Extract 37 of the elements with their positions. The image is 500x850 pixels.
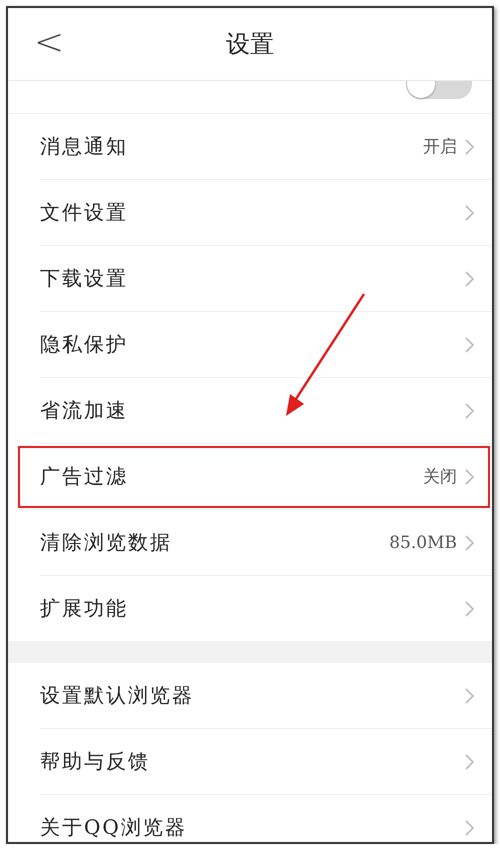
row-label: 广告过滤 (40, 463, 129, 490)
chevron-icon (465, 270, 474, 286)
chevron-icon (465, 688, 474, 704)
row-value: 85.0MB (389, 532, 457, 552)
settings-row[interactable]: 广告过滤 关闭 (16, 444, 492, 510)
row-label: 设置默认浏览器 (40, 682, 195, 709)
chevron-icon (465, 402, 474, 418)
chevron-icon (465, 820, 474, 836)
row-value: 关闭 (423, 466, 457, 488)
settings-row[interactable]: 扩展功能 (40, 576, 492, 641)
settings-row[interactable]: 设置默认浏览器 (40, 663, 492, 729)
row-label: 文件设置 (40, 199, 129, 226)
row-label: 扩展功能 (40, 595, 129, 622)
settings-row[interactable]: 隐私保护 (40, 312, 492, 378)
settings-row[interactable]: 文件设置 (40, 180, 492, 246)
settings-row[interactable]: 下载设置 (40, 246, 492, 312)
row-label: 关于QQ浏览器 (40, 814, 188, 841)
settings-row[interactable]: 清除浏览数据 85.0MB (40, 510, 492, 576)
row-label: 清除浏览数据 (40, 529, 173, 556)
settings-row[interactable]: 帮助与反馈 (40, 729, 492, 795)
settings-row[interactable]: 关于QQ浏览器 (40, 795, 492, 842)
row-label: 消息通知 (40, 133, 129, 160)
chevron-icon (465, 754, 474, 770)
row-label: 下载设置 (40, 265, 129, 292)
row-label: 隐私保护 (40, 331, 129, 358)
chevron-icon (465, 138, 474, 154)
settings-row[interactable]: 消息通知 开启 (40, 114, 492, 180)
row-value: 开启 (423, 136, 457, 158)
chevron-icon (465, 204, 474, 220)
chevron-icon (465, 600, 474, 616)
back-button[interactable]: < (34, 22, 64, 63)
row-label: 省流加速 (40, 397, 129, 424)
chevron-icon (465, 534, 474, 550)
row-label: 帮助与反馈 (40, 748, 151, 775)
chevron-icon (465, 336, 474, 352)
page-title: 设置 (226, 29, 274, 60)
chevron-icon (465, 468, 474, 484)
